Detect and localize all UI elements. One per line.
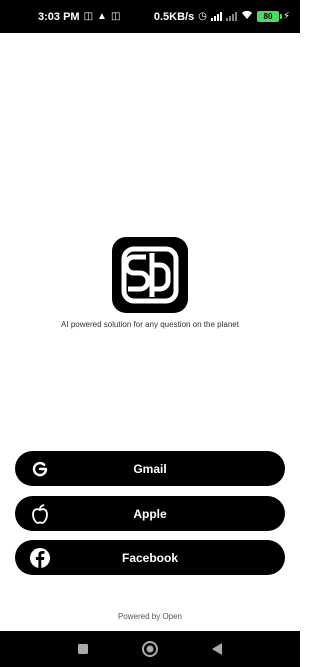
- gmail-button[interactable]: Gmail: [15, 451, 285, 486]
- status-bar: 3:03 PM ◫ ▲ ◫ 0.5KB/s ◷ 80 ⚡: [0, 0, 300, 33]
- apple-button[interactable]: Apple: [15, 496, 285, 531]
- powered-by-label: Powered by Open: [117, 612, 183, 621]
- battery-icon: 80: [256, 11, 282, 22]
- facebook-button[interactable]: Facebook: [15, 540, 285, 575]
- google-icon: [29, 458, 51, 480]
- charging-icon: ⚡: [282, 10, 290, 22]
- gmail-button-label: Gmail: [133, 461, 167, 476]
- notification-icon-2: ◫: [110, 10, 121, 22]
- status-left: 3:03 PM ◫ ▲ ◫: [38, 11, 120, 23]
- signal-icon-2: [225, 12, 237, 21]
- network-speed: 0.5KB/s: [153, 10, 195, 23]
- notification-icon: ◫: [83, 10, 94, 22]
- recents-button[interactable]: [68, 634, 98, 664]
- home-button[interactable]: [135, 634, 165, 664]
- back-button[interactable]: [202, 634, 232, 664]
- status-right: 0.5KB/s ◷ 80 ⚡: [154, 10, 290, 23]
- tagline: AI powered solution for any question on …: [61, 320, 239, 329]
- facebook-icon: [29, 547, 51, 569]
- apple-button-label: Apple: [133, 506, 167, 521]
- app-logo-icon: [112, 237, 188, 313]
- apple-icon: [29, 503, 51, 525]
- alarm-icon: ◷: [198, 10, 207, 22]
- wifi-icon: [241, 10, 253, 23]
- facebook-button-label: Facebook: [121, 550, 178, 565]
- navigation-bar: [0, 631, 300, 667]
- signal-icon: [210, 12, 222, 21]
- drive-icon: ▲: [97, 10, 107, 22]
- status-time: 3:03 PM: [38, 10, 80, 23]
- battery-level: 80: [263, 12, 273, 21]
